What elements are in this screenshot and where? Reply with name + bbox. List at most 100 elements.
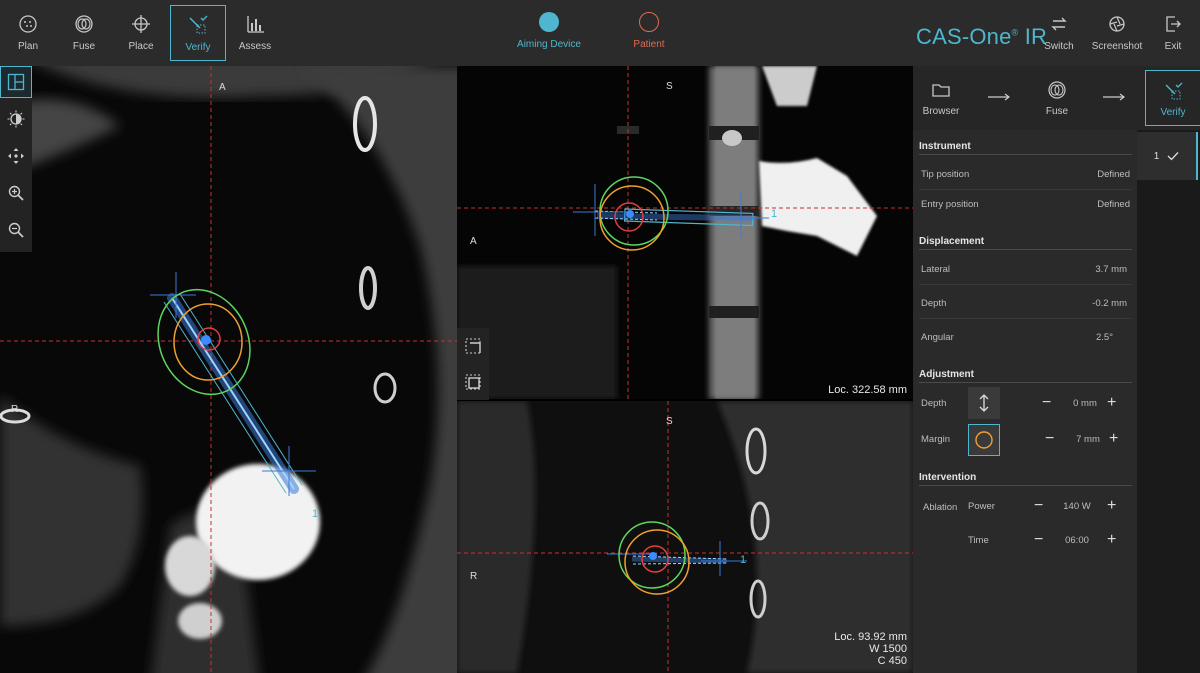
window-level-button[interactable] (0, 103, 32, 135)
lateral-label: Lateral (921, 264, 951, 275)
margin-decrease-button[interactable]: − (1045, 431, 1054, 447)
check-icon (1167, 152, 1179, 161)
depth-displacement-value: -0.2 mm (1092, 298, 1127, 309)
tab-fuse[interactable]: Fuse (56, 5, 112, 61)
adjust-depth-value: 0 mm (1073, 398, 1097, 409)
adjust-margin-value: 7 mm (1076, 434, 1100, 445)
tip-position-value: Defined (1097, 169, 1130, 180)
depth-decrease-button[interactable]: − (1042, 395, 1051, 411)
power-decrease-button[interactable]: − (1034, 498, 1043, 514)
workflow-browser[interactable]: Browser (913, 70, 969, 126)
exit-button[interactable]: Exit (1145, 5, 1200, 61)
fuse-icon (75, 15, 93, 33)
divider (919, 249, 1132, 250)
aiming-device-status[interactable]: Aiming Device (510, 12, 588, 50)
tab-verify-label: Verify (185, 42, 211, 53)
axial-ct-image (0, 66, 457, 673)
patient-indicator (639, 12, 659, 32)
folder-icon (932, 84, 950, 97)
divider (919, 189, 1132, 190)
angular-label: Angular (921, 332, 954, 343)
view-tools (0, 66, 32, 252)
screenshot-button[interactable]: Screenshot (1088, 5, 1146, 61)
layout-icon (7, 73, 25, 91)
workflow-fuse-label: Fuse (1045, 106, 1069, 117)
instrument-section-title: Instrument (919, 141, 971, 152)
patient-status[interactable]: Patient (619, 12, 679, 50)
coronal-location: Loc. 93.92 mm (834, 631, 907, 643)
slice-region-button[interactable] (457, 366, 489, 398)
fuse-icon (1048, 81, 1066, 99)
axial-instrument-number: 1 (312, 508, 319, 520)
instrument-list-number: 1 (1153, 150, 1160, 162)
coronal-instrument-number: 1 (740, 554, 747, 566)
aiming-device-label: Aiming Device (517, 39, 581, 50)
axial-orientation-top: A (219, 82, 226, 93)
tip-position-label: Tip position (921, 169, 970, 180)
layout-button[interactable] (0, 66, 32, 98)
power-value: 140 W (1063, 501, 1091, 512)
cas-one-app: Plan Fuse Place Verify Assess Aiming Dev… (0, 0, 1200, 673)
divider (919, 154, 1132, 155)
top-toolbar: Plan Fuse Place Verify Assess Aiming Dev… (0, 0, 1200, 66)
brand-name: CAS-One (916, 24, 1012, 49)
slice-frame-button[interactable] (457, 330, 489, 362)
move-arrows-icon (8, 148, 24, 164)
instrument-list-item[interactable]: 1 (1137, 132, 1198, 180)
workflow-arrow-icon (1103, 93, 1125, 101)
zoom-in-button[interactable] (0, 177, 32, 209)
time-label: Time (968, 535, 989, 546)
angular-value: 2.5° (1095, 332, 1113, 343)
displacement-section-title: Displacement (919, 236, 985, 247)
tab-plan[interactable]: Plan (0, 5, 56, 61)
divider (919, 382, 1132, 383)
workflow-browser-label: Browser (922, 106, 960, 117)
tab-assess[interactable]: Assess (227, 5, 283, 61)
zoom-out-button[interactable] (0, 214, 32, 246)
depth-increase-button[interactable]: + (1107, 395, 1116, 411)
sagittal-orientation-left: A (470, 236, 477, 247)
switch-button[interactable]: Switch (1031, 5, 1087, 61)
sagittal-viewport[interactable]: S A 1 Loc. 322.58 mm (457, 66, 913, 399)
margin-mode-button[interactable] (968, 424, 1000, 456)
coronal-center: C 450 (877, 655, 907, 667)
divider (919, 318, 1132, 319)
camera-aperture-icon (1109, 16, 1125, 32)
instrument-list (1137, 130, 1200, 673)
region-select-icon (465, 374, 481, 390)
lateral-value: 3.7 mm (1095, 264, 1127, 275)
workflow-verify-label: Verify (1160, 107, 1186, 118)
margin-increase-button[interactable]: + (1109, 431, 1118, 447)
slice-tools (457, 328, 489, 400)
brightness-icon (7, 110, 25, 128)
pan-button[interactable] (0, 140, 32, 172)
workflow-bar: Browser Fuse Verify (913, 66, 1200, 130)
workflow-fuse[interactable]: Fuse (1029, 70, 1085, 126)
adjustment-section-title: Adjustment (919, 369, 974, 380)
workflow-verify[interactable]: Verify (1145, 70, 1200, 126)
margin-circle-icon (975, 431, 993, 449)
axial-viewport[interactable]: A R 1 (0, 66, 457, 673)
brand-logo: CAS-One® IR (916, 24, 1047, 50)
switch-icon (1051, 17, 1067, 31)
divider (919, 284, 1132, 285)
time-decrease-button[interactable]: − (1034, 532, 1043, 548)
zoom-in-icon (8, 185, 24, 201)
sagittal-ct-image (457, 66, 913, 399)
tab-place[interactable]: Place (113, 5, 169, 61)
sagittal-instrument-number: 1 (771, 208, 778, 220)
time-increase-button[interactable]: + (1107, 532, 1116, 548)
coronal-info: Loc. 93.92 mm W 1500 C 450 (834, 631, 907, 667)
tab-place-label: Place (128, 41, 154, 52)
depth-mode-button[interactable] (968, 387, 1000, 419)
coronal-window: W 1500 (869, 643, 907, 655)
coronal-viewport[interactable]: S R 1 Loc. 93.92 mm W 1500 C 450 (457, 401, 913, 673)
power-label: Power (968, 501, 995, 512)
tab-verify[interactable]: Verify (170, 5, 226, 61)
power-increase-button[interactable]: + (1107, 498, 1116, 514)
sagittal-location: Loc. 322.58 mm (828, 384, 907, 396)
entry-position-label: Entry position (921, 199, 979, 210)
coronal-orientation-left: R (470, 571, 478, 582)
workflow-arrow-icon (988, 93, 1010, 101)
zoom-out-icon (8, 222, 24, 238)
